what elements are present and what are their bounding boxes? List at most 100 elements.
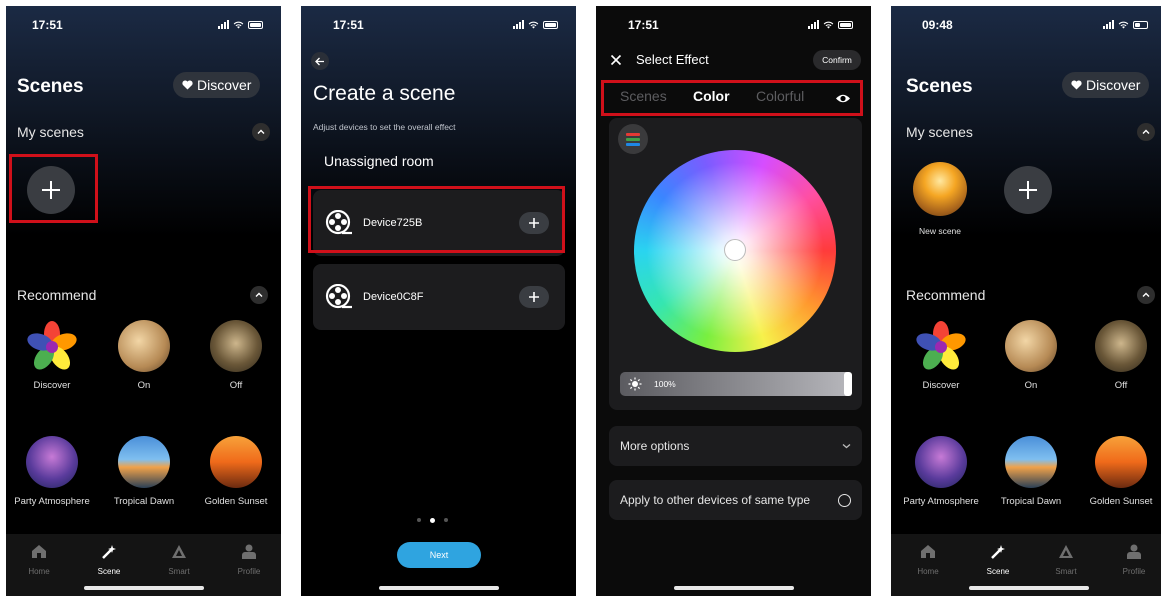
status-time: 09:48 [922, 18, 953, 32]
signal-icon [218, 20, 229, 29]
next-button[interactable]: Next [397, 542, 481, 568]
home-icon [32, 545, 46, 558]
stripe-icon [626, 137, 640, 141]
status-bar: 17:51 [596, 6, 871, 42]
discover-label: Discover [1086, 77, 1141, 93]
recommend-discover[interactable]: Discover [12, 320, 92, 391]
recommend-party[interactable]: Party Atmosphere [12, 436, 92, 507]
collapse-my-scenes-button[interactable] [252, 123, 270, 141]
recommend-golden[interactable]: Golden Sunset [196, 436, 276, 507]
tab-label: Scene [97, 567, 121, 576]
device-card[interactable]: Device0C8F [313, 264, 565, 330]
tab-profile[interactable]: Profile [1109, 544, 1159, 576]
recommend-discover[interactable]: Discover [901, 320, 981, 391]
wifi-icon [233, 21, 244, 29]
recommend-label: Discover [33, 380, 71, 391]
recommend-on[interactable]: On [104, 320, 184, 391]
recommend-off[interactable]: Off [196, 320, 276, 391]
tab-smart[interactable]: Smart [1041, 544, 1091, 576]
highlight-device [308, 186, 565, 253]
close-button[interactable] [610, 53, 622, 71]
tab-profile[interactable]: Profile [224, 544, 274, 576]
back-button[interactable] [311, 52, 329, 70]
chevron-up-icon [1142, 129, 1150, 134]
add-scene-button[interactable] [1004, 166, 1052, 214]
status-time: 17:51 [333, 18, 364, 32]
battery-icon [838, 21, 853, 29]
tab-scene[interactable]: Scene [973, 544, 1023, 576]
my-scenes-heading: My scenes [906, 124, 973, 140]
tab-home[interactable]: Home [903, 544, 953, 576]
recommend-label: Party Atmosphere [903, 496, 979, 507]
wifi-icon [823, 21, 834, 29]
page-subtitle: Adjust devices to set the overall effect [313, 122, 456, 132]
recommend-label: Off [229, 380, 243, 391]
device-name: Device0C8F [363, 291, 424, 303]
tab-label: Smart [1055, 567, 1077, 576]
brightness-handle[interactable] [844, 372, 852, 396]
apply-same-type-row[interactable]: Apply to other devices of same type [609, 480, 862, 520]
tab-bar: Home Scene Smart Profile [6, 534, 281, 596]
highlight-add-scene [9, 154, 98, 223]
apply-same-type-label: Apply to other devices of same type [620, 493, 811, 507]
highlight-tabs [601, 80, 863, 116]
discover-button[interactable]: Discover [173, 72, 261, 98]
recommend-golden[interactable]: Golden Sunset [1081, 436, 1161, 507]
collapse-recommend-button[interactable] [250, 286, 268, 304]
scene-item-new[interactable]: New scene [910, 162, 970, 236]
more-options-label: More options [620, 439, 690, 453]
tab-home[interactable]: Home [14, 544, 64, 576]
sun-icon [628, 377, 642, 391]
recommend-heading: Recommend [17, 287, 97, 303]
chevron-up-icon [257, 129, 265, 134]
scene-thumbnail [913, 162, 967, 216]
page-title: Scenes [17, 76, 84, 97]
profile-icon [242, 544, 256, 559]
color-panel: 100% [609, 118, 862, 410]
confirm-button[interactable]: Confirm [813, 50, 861, 70]
color-mode-button[interactable] [618, 124, 648, 154]
status-time: 17:51 [32, 18, 63, 32]
brightness-slider[interactable]: 100% [620, 372, 852, 396]
battery-icon [1133, 21, 1148, 29]
tab-label: Profile [1122, 567, 1146, 576]
collapse-my-scenes-button[interactable] [1137, 123, 1155, 141]
screen-scenes-with-new: 09:48 Scenes Discover My scenes New scen… [891, 6, 1161, 596]
recommend-off[interactable]: Off [1081, 320, 1161, 391]
tab-bar: Home Scene Smart Profile [891, 534, 1161, 596]
tab-label: Home [28, 567, 50, 576]
petals-icon [26, 320, 78, 372]
tab-label: Home [917, 567, 939, 576]
recommend-label: Off [1114, 380, 1128, 391]
close-icon [610, 54, 622, 66]
recommend-heading: Recommend [906, 287, 986, 303]
recommend-party[interactable]: Party Atmosphere [901, 436, 981, 507]
wifi-icon [528, 21, 539, 29]
battery-icon [248, 21, 263, 29]
arrow-left-icon [315, 57, 324, 65]
home-indicator [83, 586, 204, 590]
tab-smart[interactable]: Smart [154, 544, 204, 576]
collapse-recommend-button[interactable] [1137, 286, 1155, 304]
scene-thumbnail [118, 320, 170, 372]
more-options-row[interactable]: More options [609, 426, 862, 466]
recommend-tropical[interactable]: Tropical Dawn [991, 436, 1071, 507]
recommend-label: Discover [922, 380, 960, 391]
tab-scene[interactable]: Scene [84, 544, 134, 576]
magic-wand-icon [991, 545, 1005, 559]
color-picker-handle[interactable] [724, 239, 746, 261]
page-title: Create a scene [313, 82, 456, 105]
page-title: Scenes [906, 76, 973, 97]
apply-same-type-radio[interactable] [838, 493, 851, 507]
recommend-on[interactable]: On [991, 320, 1071, 391]
screen-create-scene: 17:51 Create a scene Adjust devices to s… [301, 6, 576, 596]
plus-icon [1019, 181, 1037, 199]
add-device-button[interactable] [519, 286, 549, 308]
chevron-down-icon [842, 444, 851, 449]
recommend-tropical[interactable]: Tropical Dawn [104, 436, 184, 507]
status-time: 17:51 [628, 18, 659, 32]
wifi-icon [1118, 21, 1129, 29]
discover-button[interactable]: Discover [1062, 72, 1150, 98]
scene-thumbnail [1005, 436, 1057, 488]
scene-thumbnail [118, 436, 170, 488]
